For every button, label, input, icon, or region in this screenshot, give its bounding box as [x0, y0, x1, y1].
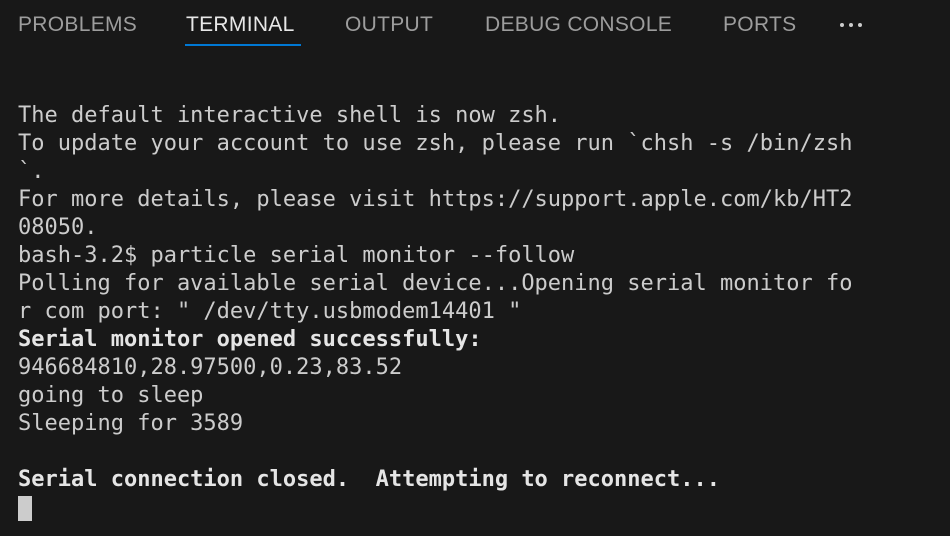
ellipsis-dot	[849, 23, 853, 27]
active-tab-indicator	[185, 44, 301, 46]
terminal-line: 946684810,28.97500,0.23,83.52	[18, 355, 403, 380]
terminal-line: To update your account to use zsh, pleas…	[18, 131, 853, 156]
terminal-line: going to sleep	[18, 383, 204, 408]
terminal-line: `.	[18, 159, 45, 184]
ellipsis-dot	[840, 23, 844, 27]
tab-output[interactable]: OUTPUT	[345, 12, 433, 38]
terminal-line-success: Serial monitor opened successfully:	[18, 327, 482, 352]
tab-problems[interactable]: PROBLEMS	[18, 12, 137, 38]
terminal-line: Sleeping for 3589	[18, 411, 244, 436]
tab-terminal[interactable]: TERMINAL	[186, 12, 295, 38]
terminal-line: Polling for available serial device...Op…	[18, 271, 853, 296]
terminal-output[interactable]: The default interactive shell is now zsh…	[18, 102, 928, 522]
ellipsis-icon[interactable]	[834, 10, 868, 40]
terminal-prompt-line: bash-3.2$ particle serial monitor --foll…	[18, 243, 575, 268]
terminal-line: r com port: " /dev/tty.usbmodem14401 "	[18, 299, 522, 324]
terminal-cursor	[18, 496, 32, 521]
ellipsis-dot	[858, 23, 862, 27]
terminal-panel: PROBLEMS TERMINAL OUTPUT DEBUG CONSOLE P…	[0, 0, 950, 536]
terminal-line-status: Serial connection closed. Attempting to …	[18, 467, 720, 492]
panel-tab-bar: PROBLEMS TERMINAL OUTPUT DEBUG CONSOLE P…	[0, 0, 950, 52]
terminal-cursor-line	[18, 494, 928, 522]
terminal-line: The default interactive shell is now zsh…	[18, 103, 562, 128]
terminal-line: For more details, please visit https://s…	[18, 187, 853, 212]
terminal-line: 08050.	[18, 215, 98, 240]
tab-ports[interactable]: PORTS	[723, 12, 796, 38]
tab-debug-console[interactable]: DEBUG CONSOLE	[485, 12, 672, 38]
